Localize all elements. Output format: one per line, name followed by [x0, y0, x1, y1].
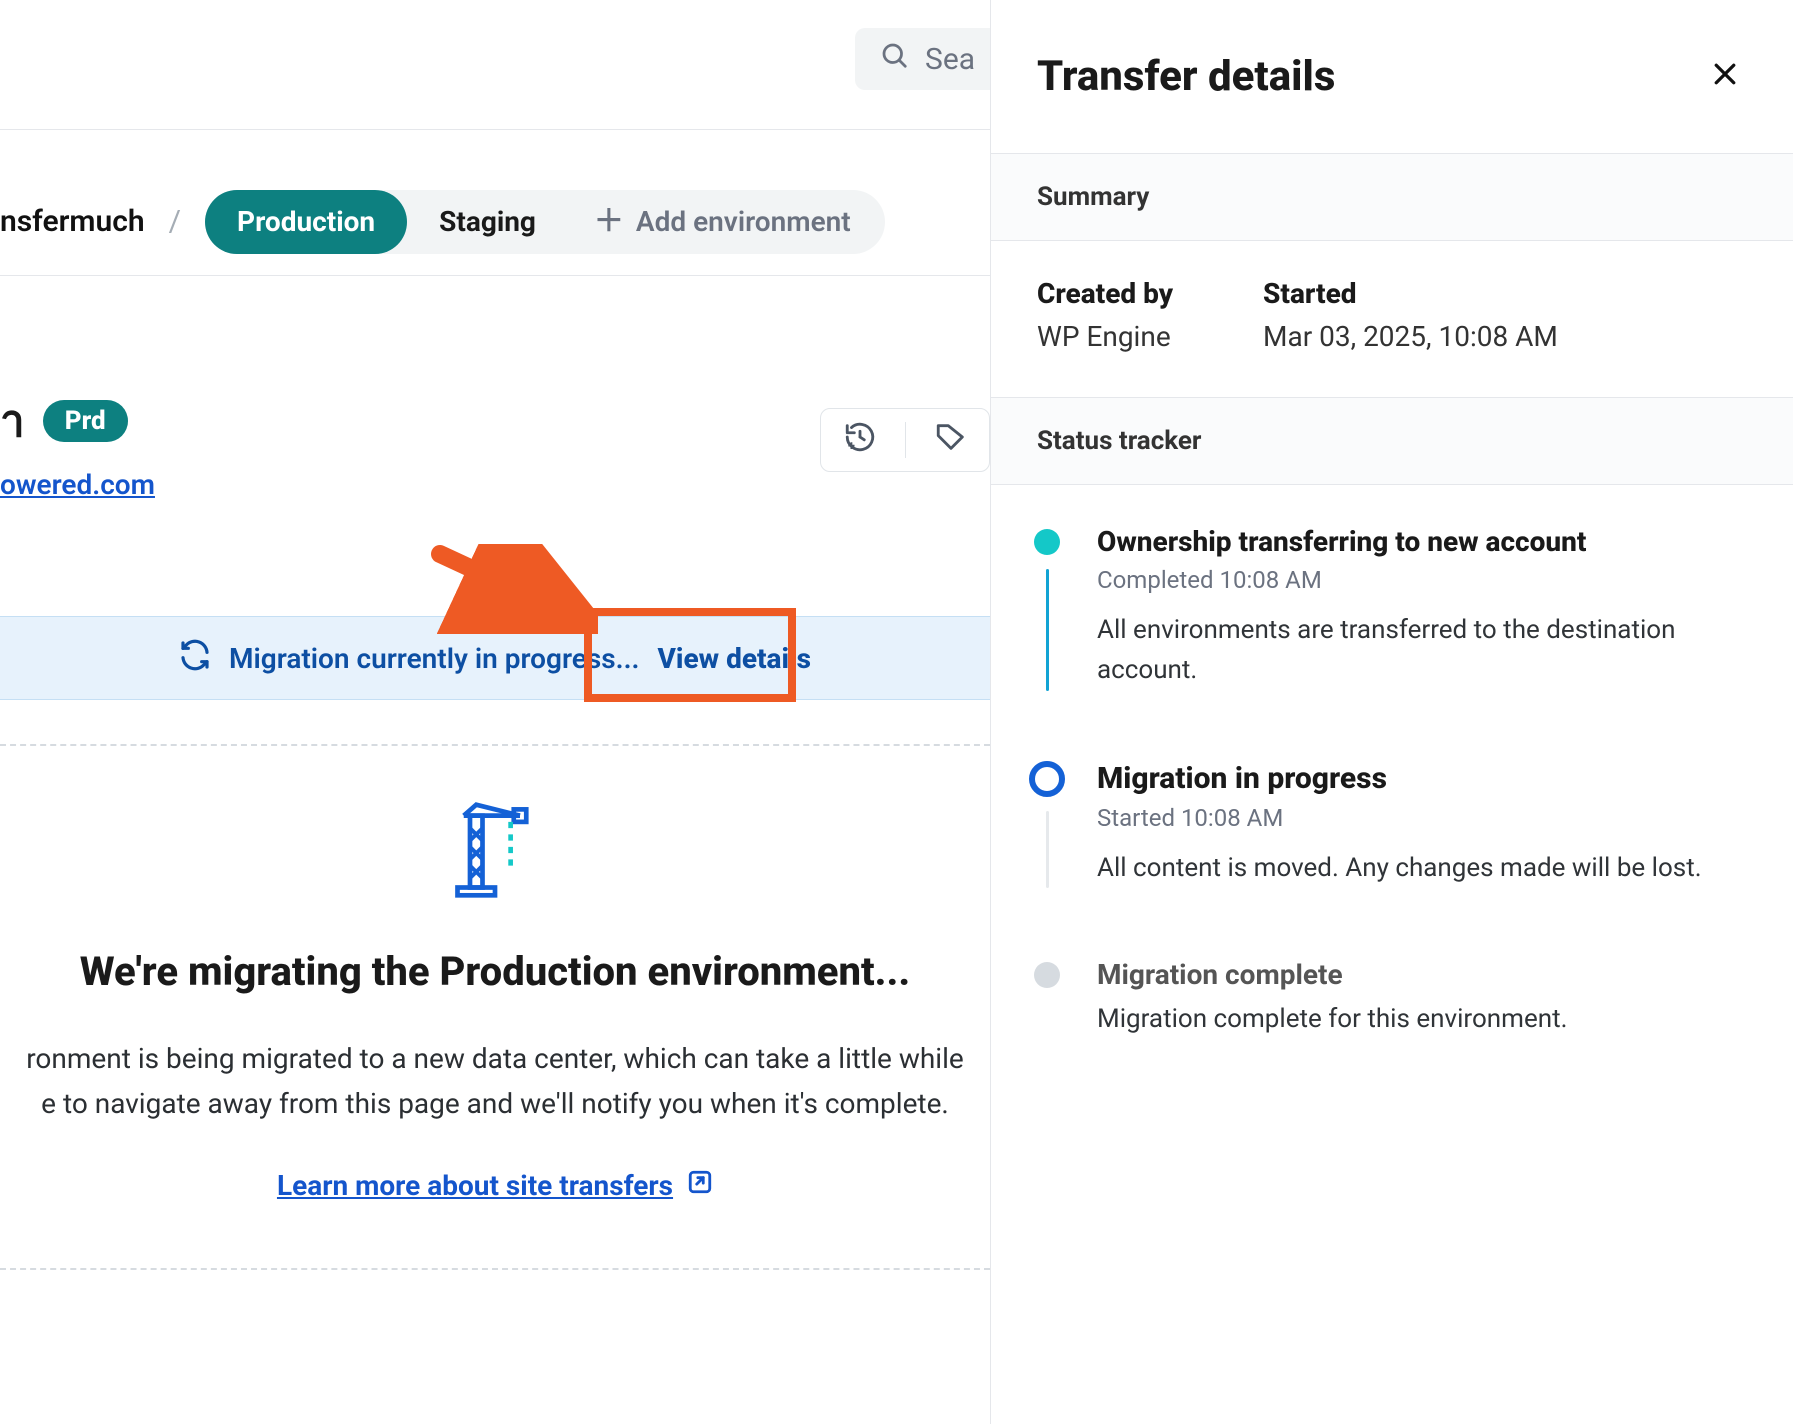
status-tracker-label: Status tracker — [991, 398, 1793, 485]
env-action-toolbar: + — [820, 408, 990, 472]
view-details-link[interactable]: View details — [658, 642, 811, 675]
env-pill-group: Production Staging ＋ Add environment — [205, 190, 885, 254]
prd-badge: Prd — [43, 400, 128, 442]
close-icon — [1710, 59, 1740, 95]
breadcrumb-separator: / — [169, 204, 181, 239]
learn-more-label: Learn more about site transfers — [277, 1169, 673, 1202]
env-tab-staging[interactable]: Staging — [407, 190, 568, 254]
migration-card-body: ronment is being migrated to a new data … — [0, 1037, 990, 1127]
svg-text:+: + — [847, 439, 854, 454]
breadcrumb-site[interactable]: nsfermuch — [0, 204, 145, 239]
migration-body-line1: ronment is being migrated to a new data … — [26, 1042, 964, 1075]
tracker-step-pending: Migration complete Migration complete fo… — [1027, 958, 1747, 1039]
breadcrumb-row: nsfermuch / Production Staging ＋ Add env… — [0, 168, 990, 276]
summary-body: Created by WP Engine Started Mar 03, 202… — [991, 241, 1793, 398]
step-substatus: Started 10:08 AM — [1097, 804, 1747, 832]
migration-body-line2: e to navigate away from this page and we… — [41, 1087, 949, 1120]
close-button[interactable] — [1703, 55, 1747, 99]
summary-section-label: Summary — [991, 154, 1793, 241]
step-desc: Migration complete for this environment. — [1097, 999, 1747, 1039]
step-substatus: Completed 10:08 AM — [1097, 566, 1747, 594]
learn-more-link[interactable]: Learn more about site transfers — [277, 1169, 713, 1202]
refresh-icon — [179, 639, 211, 678]
step-dot-pending-icon — [1034, 962, 1060, 988]
started-value: Mar 03, 2025, 10:08 AM — [1263, 320, 1558, 353]
annotation-arrow-icon — [428, 544, 598, 640]
external-link-icon — [687, 1169, 713, 1202]
created-by-value: WP Engine — [1037, 320, 1173, 353]
step-connector — [1046, 569, 1049, 691]
tag-icon[interactable] — [934, 420, 968, 460]
migration-banner-text: Migration currently in progress... — [229, 642, 639, 675]
add-env-label: Add environment — [636, 205, 851, 238]
step-dot-active-icon — [1029, 761, 1065, 797]
step-title: Migration complete — [1097, 958, 1747, 991]
step-title: Ownership transferring to new account — [1097, 525, 1747, 558]
crane-icon — [0, 800, 990, 900]
env-name-fragment: า — [0, 386, 25, 456]
status-tracker: Ownership transferring to new account Co… — [991, 485, 1793, 1079]
search-icon — [879, 40, 909, 78]
dashed-separator-bottom — [0, 1268, 990, 1270]
created-by-label: Created by — [1037, 277, 1173, 310]
migration-card-title: We're migrating the Production environme… — [0, 948, 990, 995]
search-placeholder: Sea — [925, 42, 975, 77]
transfer-details-panel: Transfer details Summary Created by WP E… — [990, 0, 1793, 1424]
toolbar-divider — [905, 422, 906, 458]
plus-icon: ＋ — [594, 207, 624, 237]
summary-started: Started Mar 03, 2025, 10:08 AM — [1263, 277, 1558, 353]
step-desc: All content is moved. Any changes made w… — [1097, 848, 1747, 888]
tracker-step-complete: Ownership transferring to new account Co… — [1027, 525, 1747, 761]
started-label: Started — [1263, 277, 1558, 310]
migration-info-card: We're migrating the Production environme… — [0, 744, 990, 1202]
env-domain-link[interactable]: owered.com — [0, 468, 155, 501]
step-connector — [1046, 811, 1049, 888]
env-tab-production[interactable]: Production — [205, 190, 407, 254]
add-environment-button[interactable]: ＋ Add environment — [564, 190, 881, 254]
step-desc: All environments are transferred to the … — [1097, 610, 1747, 691]
env-heading: า Prd — [0, 386, 128, 456]
step-title: Migration in progress — [1097, 761, 1747, 796]
history-icon[interactable]: + — [843, 420, 877, 460]
top-bar: Sea — [0, 0, 990, 130]
panel-header: Transfer details — [991, 0, 1793, 154]
tracker-step-active: Migration in progress Started 10:08 AM A… — [1027, 761, 1747, 958]
panel-title: Transfer details — [1037, 52, 1335, 101]
summary-created-by: Created by WP Engine — [1037, 277, 1173, 353]
step-dot-complete-icon — [1034, 529, 1060, 555]
